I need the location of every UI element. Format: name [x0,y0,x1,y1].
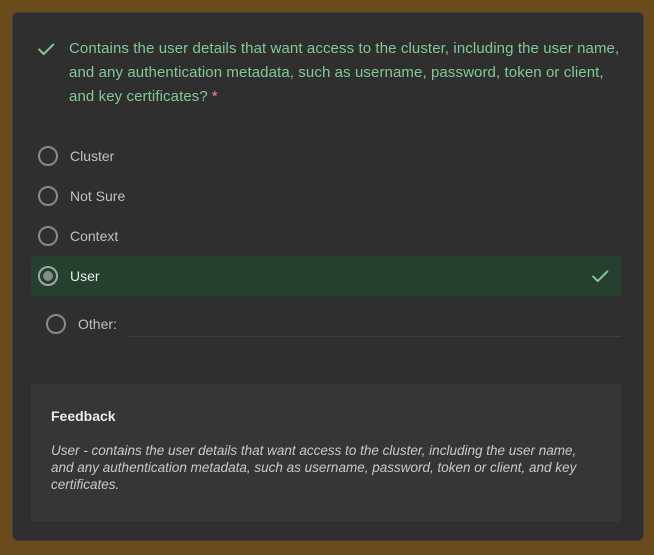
other-text-input[interactable] [128,311,621,337]
option-label: Cluster [70,148,115,164]
correct-check-icon [592,270,609,283]
question-text: Contains the user details that want acce… [69,37,627,109]
question-label: Contains the user details that want acce… [69,40,620,105]
radio-button-selected[interactable] [38,266,58,286]
other-label: Other: [78,316,117,332]
option-other[interactable]: Other: [46,309,621,339]
required-marker: * [211,88,218,105]
radio-dot [43,271,53,281]
question-card: Contains the user details that want acce… [12,12,644,541]
option-label: User [70,268,100,284]
radio-button[interactable] [38,146,58,166]
feedback-body: User - contains the user details that wa… [51,443,577,492]
question-header: Contains the user details that want acce… [35,37,627,109]
check-icon [38,43,55,56]
option-cluster[interactable]: Cluster [31,136,621,176]
option-label: Context [70,228,119,244]
option-context[interactable]: Context [31,216,621,256]
option-not-sure[interactable]: Not Sure [31,176,621,216]
option-user[interactable]: User [31,256,621,296]
option-label: Not Sure [70,188,126,204]
radio-button[interactable] [46,314,66,334]
feedback-panel: Feedback User - contains the user detail… [31,384,621,522]
radio-button[interactable] [38,226,58,246]
feedback-title: Feedback [51,408,116,424]
radio-button[interactable] [38,186,58,206]
